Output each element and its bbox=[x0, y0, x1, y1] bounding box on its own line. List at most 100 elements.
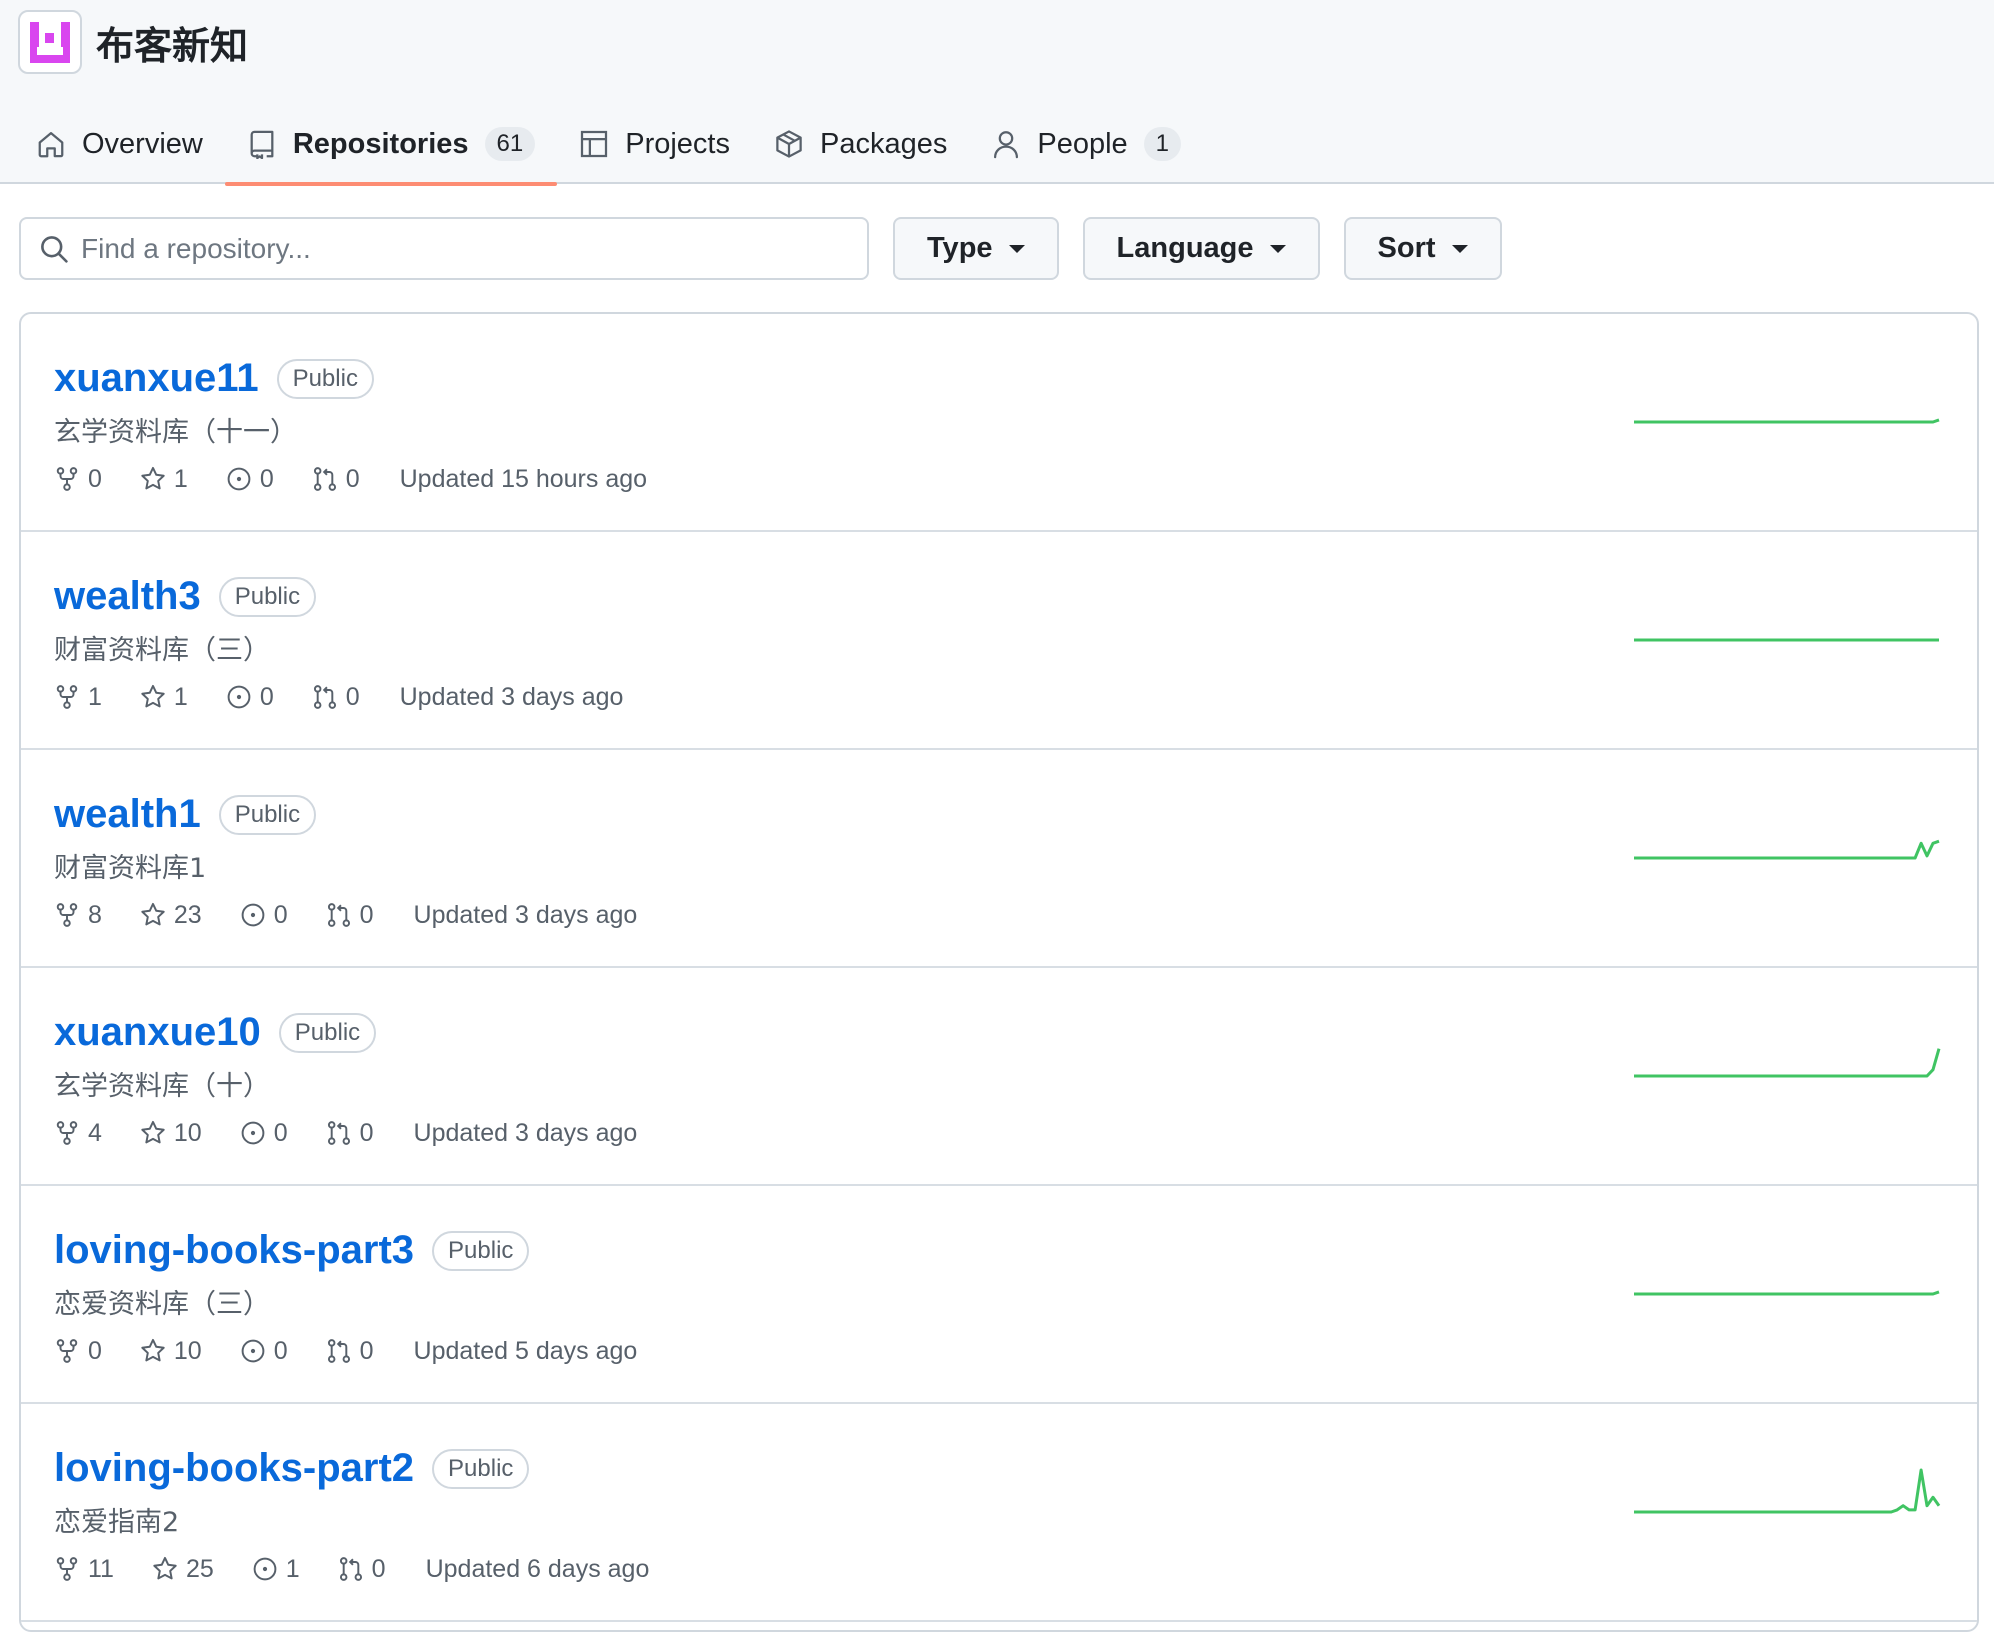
tab-repositories[interactable]: Repositories 61 bbox=[224, 104, 558, 186]
issue-count[interactable]: 0 bbox=[226, 465, 274, 494]
repo-name-link[interactable]: wealth1 bbox=[54, 792, 201, 837]
updated-time: Updated 3 days ago bbox=[399, 682, 624, 711]
issue-count[interactable]: 0 bbox=[240, 1119, 288, 1148]
star-count-value: 1 bbox=[173, 464, 188, 493]
pull-request-count-value: 0 bbox=[359, 1118, 374, 1147]
fork-count[interactable]: 0 bbox=[54, 465, 102, 494]
tab-overview[interactable]: Overview bbox=[14, 104, 225, 184]
issue-icon bbox=[227, 467, 251, 491]
fork-count-value: 4 bbox=[88, 1118, 102, 1147]
repo-description: 玄学资料库（十一） bbox=[54, 417, 297, 448]
org-logo-icon[interactable] bbox=[18, 10, 82, 74]
fork-count[interactable]: 1 bbox=[54, 683, 102, 712]
pull-request-count-value: 0 bbox=[359, 900, 374, 929]
issue-icon bbox=[227, 685, 251, 709]
repo-title-row: wealth1 Public bbox=[54, 792, 317, 837]
star-count[interactable]: 1 bbox=[140, 465, 188, 494]
star-count[interactable]: 23 bbox=[140, 901, 202, 930]
repo-search-box[interactable] bbox=[19, 217, 869, 280]
repo-name-link[interactable]: xuanxue11 bbox=[54, 356, 259, 401]
org-name[interactable]: 布客新知 bbox=[96, 15, 248, 70]
language-filter-dropdown[interactable]: Language bbox=[1082, 217, 1320, 280]
repo-item: wealth1 Public 财富资料库1 8 23 0 0 Updated 3… bbox=[21, 750, 1977, 968]
issue-count[interactable]: 0 bbox=[240, 1337, 288, 1366]
repo-filter-bar: Type Language Sort bbox=[19, 217, 1502, 280]
star-count[interactable]: 1 bbox=[140, 683, 188, 712]
star-icon bbox=[141, 684, 165, 708]
issue-icon bbox=[253, 1557, 277, 1581]
pull-request-count[interactable]: 0 bbox=[338, 1555, 386, 1584]
repo-name-link[interactable]: xuanxue10 bbox=[54, 1010, 261, 1055]
star-count[interactable]: 10 bbox=[140, 1337, 202, 1366]
repo-item: wealth3 Public 财富资料库（三） 1 1 0 0 Updated … bbox=[21, 532, 1977, 750]
search-icon bbox=[41, 235, 68, 263]
tab-packages[interactable]: Packages bbox=[752, 104, 969, 184]
issue-count-value: 1 bbox=[285, 1554, 300, 1583]
fork-count[interactable]: 11 bbox=[54, 1555, 114, 1584]
sparkline-path bbox=[1634, 418, 1940, 424]
pull-request-count[interactable]: 0 bbox=[312, 465, 360, 494]
repo-stats: 0 10 0 0 Updated 5 days ago bbox=[54, 1334, 637, 1368]
tab-label: Projects bbox=[625, 127, 730, 160]
type-filter-dropdown[interactable]: Type bbox=[893, 217, 1059, 280]
pull-request-count[interactable]: 0 bbox=[326, 901, 374, 930]
updated-time: Updated 6 days ago bbox=[425, 1554, 650, 1583]
activity-sparkline bbox=[1634, 839, 1940, 860]
sparkline-path bbox=[1634, 1048, 1941, 1078]
repo-title-row: loving-books-part2 Public bbox=[54, 1446, 530, 1491]
tab-label: People bbox=[1037, 127, 1128, 160]
pull-request-count-value: 0 bbox=[359, 1336, 374, 1365]
repo-description: 财富资料库1 bbox=[54, 853, 207, 884]
star-count-value: 1 bbox=[173, 682, 188, 711]
fork-count[interactable]: 8 bbox=[54, 901, 102, 930]
star-count[interactable]: 25 bbox=[152, 1555, 214, 1584]
sort-dropdown[interactable]: Sort bbox=[1343, 217, 1502, 280]
repo-stats: 0 1 0 0 Updated 15 hours ago bbox=[54, 462, 647, 496]
fork-count[interactable]: 4 bbox=[54, 1119, 102, 1148]
activity-sparkline bbox=[1634, 638, 1939, 642]
pull-request-count-value: 0 bbox=[345, 464, 360, 493]
updated-time: Updated 3 days ago bbox=[413, 900, 638, 929]
visibility-badge: Public bbox=[218, 576, 317, 617]
package-icon bbox=[776, 130, 802, 158]
tab-projects[interactable]: Projects bbox=[557, 104, 752, 184]
pull-request-count[interactable]: 0 bbox=[326, 1119, 374, 1148]
repo-name-link[interactable]: loving-books-part2 bbox=[54, 1446, 414, 1491]
star-icon bbox=[141, 466, 165, 490]
fork-count-value: 1 bbox=[88, 682, 102, 711]
tab-label: Repositories bbox=[292, 127, 469, 160]
repo-stats: 8 23 0 0 Updated 3 days ago bbox=[54, 898, 637, 932]
repo-icon bbox=[250, 130, 274, 159]
visibility-badge: Public bbox=[432, 1230, 530, 1271]
pull-request-count[interactable]: 0 bbox=[312, 683, 360, 712]
fork-count[interactable]: 0 bbox=[54, 1337, 102, 1366]
repo-description: 玄学资料库（十） bbox=[54, 1071, 270, 1102]
visibility-badge: Public bbox=[218, 794, 317, 835]
pull-request-count-value: 0 bbox=[371, 1554, 386, 1583]
issue-count[interactable]: 1 bbox=[252, 1555, 300, 1584]
issue-count[interactable]: 0 bbox=[240, 901, 288, 930]
issue-icon bbox=[241, 903, 265, 927]
repo-description: 恋爱指南2 bbox=[54, 1507, 180, 1538]
star-count[interactable]: 10 bbox=[140, 1119, 202, 1148]
activity-sparkline bbox=[1634, 1048, 1941, 1078]
fork-icon bbox=[56, 467, 78, 491]
repo-name-link[interactable]: wealth3 bbox=[54, 574, 201, 619]
repo-list: xuanxue11 Public 玄学资料库（十一） 0 1 0 0 Updat… bbox=[19, 312, 1979, 1632]
person-icon bbox=[994, 131, 1019, 159]
tab-people[interactable]: People 1 bbox=[969, 104, 1203, 184]
pull-request-count[interactable]: 0 bbox=[326, 1337, 374, 1366]
issue-count[interactable]: 0 bbox=[226, 683, 274, 712]
activity-sparkline bbox=[1634, 418, 1940, 424]
visibility-badge: Public bbox=[276, 358, 374, 399]
issue-count-value: 0 bbox=[273, 1118, 288, 1147]
repo-search-input[interactable] bbox=[81, 232, 861, 265]
issue-icon bbox=[241, 1339, 265, 1363]
caret-down-icon bbox=[1269, 244, 1286, 253]
table-icon bbox=[581, 130, 608, 158]
pull-request-count-value: 0 bbox=[345, 682, 360, 711]
repo-name-link[interactable]: loving-books-part3 bbox=[54, 1228, 414, 1273]
star-count-value: 10 bbox=[173, 1118, 202, 1147]
fork-icon bbox=[56, 903, 78, 927]
updated-time: Updated 15 hours ago bbox=[399, 464, 648, 493]
